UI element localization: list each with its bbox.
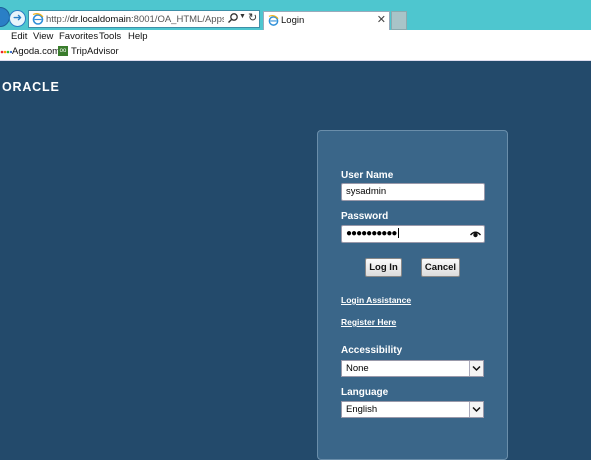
oracle-logo: ORACLE [2,80,60,94]
menu-edit[interactable]: Edit [11,31,27,43]
favorites-bar: Agoda.com oo TripAdvisor [0,44,591,61]
language-label: Language [341,387,389,398]
password-field[interactable]: ●●●●●●●●●● [341,225,485,243]
search-icon[interactable] [227,12,239,24]
chevron-down-icon[interactable]: ▼ [239,13,246,20]
accessibility-select[interactable]: None [341,360,484,377]
new-tab-button[interactable] [391,11,407,30]
url-host: dr.localdomain [69,14,132,25]
password-value: ●●●●●●●●●● [346,228,397,239]
accessibility-label: Accessibility [341,345,403,356]
address-bar[interactable]: http://dr.localdomain:8001/OA_HTML/AppsL… [28,10,260,28]
eye-icon[interactable] [470,229,481,239]
favorite-label: Agoda.com [12,46,61,57]
url-scheme: http:// [46,14,70,25]
menu-help[interactable]: Help [128,31,148,43]
arrow-right-icon: ➜ [12,12,23,24]
cancel-button[interactable]: Cancel [421,258,460,277]
menu-tools[interactable]: Tools [99,31,121,43]
ie-page-icon [32,13,44,25]
agoda-icon [0,51,12,54]
language-select[interactable]: English [341,401,484,418]
language-value: English [346,404,378,415]
login-assistance-link[interactable]: Login Assistance [341,295,411,305]
chevron-down-icon[interactable] [469,361,483,376]
close-icon[interactable]: ✕ [377,13,386,27]
address-url[interactable]: http://dr.localdomain:8001/OA_HTML/AppsL… [46,13,224,26]
username-field[interactable]: sysadmin [341,183,485,201]
favorite-tripadvisor[interactable]: oo TripAdvisor [58,46,119,58]
password-label: Password [341,211,389,222]
login-panel: User Name sysadmin Password ●●●●●●●●●● L… [317,130,508,460]
refresh-icon[interactable]: ↻ [248,11,257,24]
browser-titlebar: ➜ http://dr.localdomain:8001/OA_HTML/App… [0,0,591,30]
tab-login[interactable]: Login ✕ [263,11,390,30]
favorite-label: TripAdvisor [71,46,119,57]
forward-button[interactable]: ➜ [9,10,26,27]
ie-page-icon [268,15,279,26]
tab-title: Login [281,15,305,26]
login-button[interactable]: Log In [365,258,402,277]
username-value: sysadmin [346,186,387,197]
menu-bar: Edit View Favorites Tools Help [0,30,591,44]
text-caret [398,228,400,239]
menu-favorites[interactable]: Favorites [59,31,98,43]
accessibility-value: None [346,363,369,374]
chevron-down-icon[interactable] [469,402,483,417]
favorite-agoda[interactable]: Agoda.com [0,46,60,58]
menu-view[interactable]: View [33,31,53,43]
register-link[interactable]: Register Here [341,317,396,327]
url-path: :8001/OA_HTML/AppsLocalLogi [131,14,224,25]
tripadvisor-owl-icon: oo [58,46,68,57]
username-label: User Name [341,170,394,181]
